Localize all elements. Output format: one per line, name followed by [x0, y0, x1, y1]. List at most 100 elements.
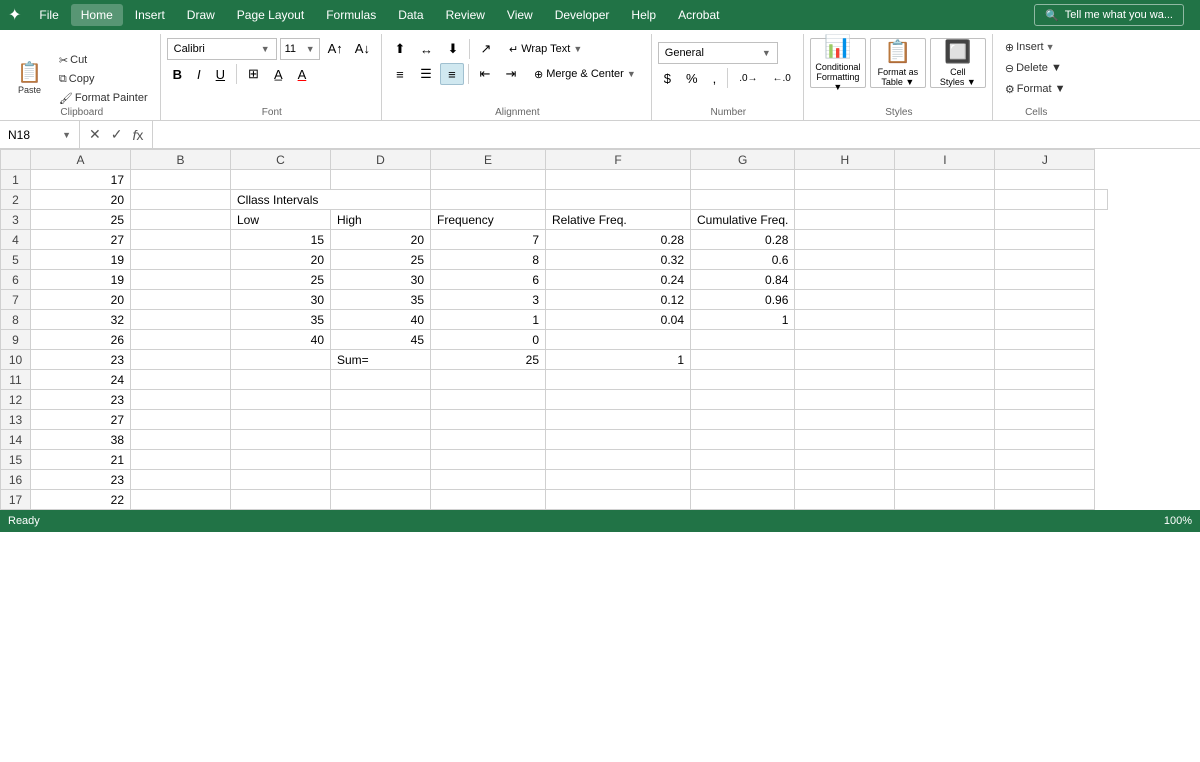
insert-cells-button[interactable]: ⊕ Insert ▼ — [999, 38, 1072, 56]
align-middle-button[interactable]: ↔ — [414, 38, 439, 60]
menu-page-layout[interactable]: Page Layout — [227, 4, 314, 26]
row-header-11[interactable]: 11 — [1, 370, 31, 390]
menu-draw[interactable]: Draw — [177, 4, 225, 26]
cell-E16[interactable] — [431, 470, 546, 490]
cell-D14[interactable] — [331, 430, 431, 450]
cell-I10[interactable] — [895, 350, 995, 370]
align-right-button[interactable]: ≡ — [440, 63, 464, 85]
cell-A12[interactable]: 23 — [31, 390, 131, 410]
cell-G12[interactable] — [691, 390, 795, 410]
cell-A4[interactable]: 27 — [31, 230, 131, 250]
cell-J7[interactable] — [995, 290, 1095, 310]
text-direction-button[interactable]: ↗ — [474, 38, 498, 60]
cell-E14[interactable] — [431, 430, 546, 450]
col-header-c[interactable]: C — [231, 150, 331, 170]
fill-color-button[interactable]: A̲ — [268, 63, 289, 85]
row-header-6[interactable]: 6 — [1, 270, 31, 290]
cell-C14[interactable] — [231, 430, 331, 450]
menu-insert[interactable]: Insert — [125, 4, 175, 26]
font-color-button[interactable]: A — [292, 63, 313, 85]
align-left-button[interactable]: ≡ — [388, 63, 412, 85]
cell-D7[interactable]: 35 — [331, 290, 431, 310]
cell-J13[interactable] — [995, 410, 1095, 430]
cell-F8[interactable]: 0.04 — [546, 310, 691, 330]
cell-E8[interactable]: 1 — [431, 310, 546, 330]
cell-B13[interactable] — [131, 410, 231, 430]
cell-H9[interactable] — [795, 330, 895, 350]
cell-F15[interactable] — [546, 450, 691, 470]
insert-function-icon[interactable]: fx — [129, 125, 146, 145]
percent-button[interactable]: % — [680, 67, 704, 89]
menu-review[interactable]: Review — [436, 4, 495, 26]
cell-I11[interactable] — [895, 370, 995, 390]
cell-J16[interactable] — [995, 470, 1095, 490]
cell-H13[interactable] — [795, 410, 895, 430]
cell-C7[interactable]: 30 — [231, 290, 331, 310]
cell-A6[interactable]: 19 — [31, 270, 131, 290]
bold-button[interactable]: B — [167, 63, 188, 85]
cell-E3[interactable]: Frequency — [431, 210, 546, 230]
cell-A9[interactable]: 26 — [31, 330, 131, 350]
cell-H8[interactable] — [795, 310, 895, 330]
underline-button[interactable]: U — [210, 63, 231, 85]
cell-E5[interactable]: 8 — [431, 250, 546, 270]
cell-C16[interactable] — [231, 470, 331, 490]
menu-formulas[interactable]: Formulas — [316, 4, 386, 26]
confirm-formula-icon[interactable]: ✓ — [108, 124, 126, 145]
cell-J9[interactable] — [995, 330, 1095, 350]
indent-inc-button[interactable]: ⇥ — [499, 63, 523, 85]
cell-J15[interactable] — [995, 450, 1095, 470]
align-top-button[interactable]: ⬆ — [388, 38, 412, 60]
cell-C9[interactable]: 40 — [231, 330, 331, 350]
cell-D16[interactable] — [331, 470, 431, 490]
cell-H3[interactable] — [795, 210, 895, 230]
cell-G14[interactable] — [691, 430, 795, 450]
cell-E1[interactable] — [431, 170, 546, 190]
cell-G11[interactable] — [691, 370, 795, 390]
font-increase-button[interactable]: A↑ — [323, 38, 348, 60]
cell-C1[interactable] — [231, 170, 331, 190]
cell-H12[interactable] — [795, 390, 895, 410]
format-as-table-button[interactable]: 📋 Format asTable ▼ — [870, 38, 926, 88]
col-header-b[interactable]: B — [131, 150, 231, 170]
cell-I2[interactable] — [995, 190, 1095, 210]
cell-H2[interactable] — [895, 190, 995, 210]
cell-C3[interactable]: Low — [231, 210, 331, 230]
cell-H4[interactable] — [795, 230, 895, 250]
cell-I3[interactable] — [895, 210, 995, 230]
sheet-container[interactable]: A B C D E F G H I J 117220Cllass Interva… — [0, 149, 1200, 510]
cell-D10[interactable]: Sum= — [331, 350, 431, 370]
delete-cells-button[interactable]: ⊖ Delete ▼ — [999, 59, 1072, 77]
cell-F9[interactable] — [546, 330, 691, 350]
cell-F10[interactable]: 1 — [546, 350, 691, 370]
formula-input[interactable] — [153, 124, 1200, 146]
dec-decrease-button[interactable]: ←.0 — [767, 67, 797, 89]
col-header-e[interactable]: E — [431, 150, 546, 170]
row-header-4[interactable]: 4 — [1, 230, 31, 250]
cell-H11[interactable] — [795, 370, 895, 390]
cancel-formula-icon[interactable]: ✕ — [86, 124, 104, 145]
cell-E17[interactable] — [431, 490, 546, 510]
cell-F1[interactable] — [546, 170, 691, 190]
cell-D11[interactable] — [331, 370, 431, 390]
cell-J10[interactable] — [995, 350, 1095, 370]
font-name-dropdown[interactable]: Calibri ▼ — [167, 38, 277, 60]
row-header-12[interactable]: 12 — [1, 390, 31, 410]
cell-C12[interactable] — [231, 390, 331, 410]
cell-B9[interactable] — [131, 330, 231, 350]
cell-G6[interactable]: 0.84 — [691, 270, 795, 290]
menu-help[interactable]: Help — [621, 4, 666, 26]
cell-H16[interactable] — [795, 470, 895, 490]
cell-F3[interactable]: Relative Freq. — [546, 210, 691, 230]
menu-home[interactable]: Home — [71, 4, 123, 26]
cell-E13[interactable] — [431, 410, 546, 430]
cell-D2[interactable] — [431, 190, 546, 210]
cell-H6[interactable] — [795, 270, 895, 290]
cell-B5[interactable] — [131, 250, 231, 270]
col-header-h[interactable]: H — [795, 150, 895, 170]
number-format-dropdown[interactable]: General ▼ — [658, 42, 778, 64]
cell-G9[interactable] — [691, 330, 795, 350]
cell-H17[interactable] — [795, 490, 895, 510]
align-center-button[interactable]: ☰ — [414, 63, 438, 85]
cell-G1[interactable] — [691, 170, 795, 190]
